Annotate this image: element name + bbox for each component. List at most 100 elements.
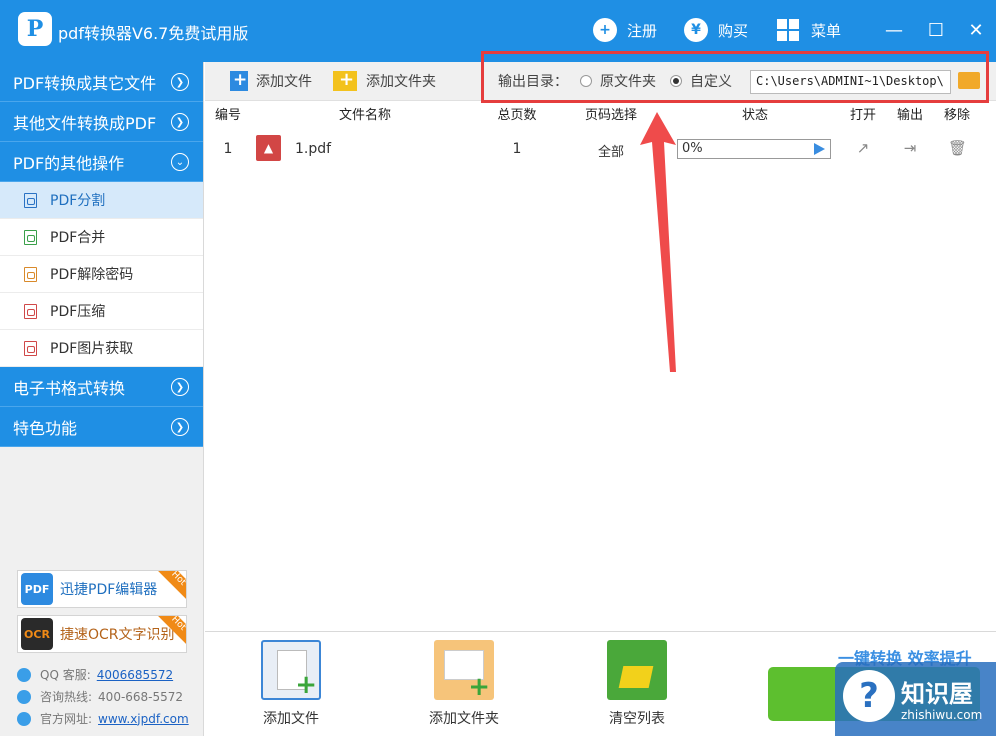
contact-qq: QQ 客服: 4006685572 (17, 666, 173, 683)
sidebar-item-pdf-unlock[interactable]: PDF解除密码 (0, 256, 203, 293)
promo-label: 捷速OCR文字识别 (60, 627, 175, 643)
menu-button[interactable]: 菜单 (777, 16, 841, 44)
sidebar-category-pdf-to-other[interactable]: PDF转换成其它文件 ❯ (0, 62, 203, 102)
site-link[interactable]: www.xjpdf.com (98, 712, 189, 726)
maximize-button[interactable]: ☐ (922, 16, 950, 44)
sidebar-item-pdf-merge[interactable]: PDF合并 (0, 219, 203, 256)
add-file-button[interactable]: 添加文件 (230, 70, 312, 91)
sidebar-item-label: PDF分割 (50, 193, 106, 209)
pdf-file-icon (24, 266, 37, 282)
grid-menu-icon (777, 19, 799, 41)
red-arrow-annotation (640, 112, 676, 372)
watermark-url: zhishiwu.com (901, 708, 983, 722)
buy-button[interactable]: ¥ 购买 (684, 16, 748, 44)
close-button[interactable]: ✕ (962, 16, 990, 44)
add-file-large-icon: + (261, 640, 321, 700)
qq-icon (17, 667, 31, 682)
col-header-output: 输出 (896, 108, 923, 123)
ie-icon (17, 711, 31, 726)
bottom-add-folder-label: 添加文件夹 (429, 711, 499, 727)
category-label: 电子书格式转换 (13, 378, 126, 398)
category-label: 特色功能 (13, 418, 78, 438)
promo-label: 迅捷PDF编辑器 (60, 582, 158, 598)
sidebar-item-label: PDF压缩 (50, 304, 106, 320)
pdf-file-icon (24, 229, 37, 245)
col-header-open: 打开 (849, 108, 876, 123)
sidebar-item-pdf-image-extract[interactable]: PDF图片获取 (0, 330, 203, 367)
sidebar: PDF转换成其它文件 ❯ 其他文件转换成PDF ❯ PDF的其他操作 ⌄ PDF… (0, 62, 204, 736)
table-row[interactable]: 1 ▲ 1.pdf 1 全部 0% ↗ ⇥ 🗑 (205, 135, 996, 165)
category-label: PDF的其他操作 (13, 153, 125, 173)
sidebar-item-pdf-split[interactable]: PDF分割 (0, 182, 203, 219)
highlight-box (481, 51, 989, 103)
watermark-title: 知识屋 (901, 680, 973, 708)
chevron-right-icon: ❯ (171, 418, 189, 436)
play-icon[interactable] (814, 143, 825, 155)
hot-badge: Hot (155, 571, 186, 602)
promo-pdf-editor[interactable]: PDF 迅捷PDF编辑器 Hot (17, 570, 187, 608)
category-label: 其他文件转换成PDF (13, 113, 157, 133)
col-header-num: 编号 (214, 108, 241, 123)
user-add-icon: + (593, 18, 617, 42)
contact-label: 咨询热线: (40, 690, 93, 704)
sidebar-item-label: PDF图片获取 (50, 341, 134, 357)
sidebar-item-label: PDF合并 (50, 230, 106, 246)
register-button[interactable]: + 注册 (593, 16, 657, 44)
bottom-add-file-button[interactable]: + 添加文件 (241, 640, 341, 728)
open-external-icon[interactable]: ↗ (854, 139, 872, 157)
minimize-button[interactable]: — (880, 16, 908, 44)
col-header-remove: 移除 (943, 108, 970, 123)
trash-icon[interactable]: 🗑 (948, 139, 967, 157)
row-progress-bar: 0% (677, 139, 831, 159)
chevron-right-icon: ❯ (171, 113, 189, 131)
qq-link[interactable]: 4006685572 (97, 668, 173, 682)
register-label: 注册 (627, 21, 658, 40)
watermark-logo: ? 知识屋 zhishiwu.com (835, 662, 996, 736)
question-mark-icon: ? (843, 670, 895, 722)
sidebar-category-features[interactable]: 特色功能 ❯ (0, 407, 203, 447)
app-window: P pdf转换器V6.7免费试用版 + 注册 ¥ 购买 菜单 — ☐ ✕ PDF… (0, 0, 996, 736)
sidebar-item-label: PDF解除密码 (50, 267, 134, 283)
yen-icon: ¥ (684, 18, 708, 42)
chevron-right-icon: ❯ (171, 378, 189, 396)
row-num: 1 (223, 141, 233, 157)
pdf-file-icon (24, 303, 37, 319)
col-header-pages: 总页数 (497, 108, 537, 123)
menu-label: 菜单 (811, 21, 842, 40)
col-header-filename: 文件名称 (338, 108, 391, 123)
pdf-file-icon (24, 192, 37, 208)
contact-label: QQ 客服: (40, 668, 91, 682)
app-title: pdf转换器V6.7免费试用版 (58, 24, 249, 43)
contact-hotline: 咨询热线: 400-668-5572 (17, 688, 183, 705)
contact-label: 官方网址: (40, 712, 93, 726)
clear-list-button[interactable]: 清空列表 (587, 640, 687, 728)
table-header: 编号 文件名称 总页数 页码选择 状态 打开 输出 移除 (205, 104, 996, 124)
add-folder-large-icon: + (434, 640, 494, 700)
broom-icon (607, 640, 667, 700)
clear-list-label: 清空列表 (609, 711, 665, 727)
add-folder-button[interactable]: 添加文件夹 (333, 69, 436, 91)
row-pages: 1 (512, 141, 522, 157)
promo-ocr[interactable]: OCR 捷速OCR文字识别 Hot (17, 615, 187, 653)
chevron-down-icon: ⌄ (171, 153, 189, 171)
add-folder-label: 添加文件夹 (366, 74, 436, 90)
ocr-icon: OCR (21, 618, 53, 650)
col-header-status: 状态 (741, 108, 768, 123)
add-file-icon (230, 70, 248, 91)
headset-icon (17, 689, 31, 704)
category-label: PDF转换成其它文件 (13, 73, 157, 93)
sidebar-category-pdf-other-ops[interactable]: PDF的其他操作 ⌄ (0, 142, 203, 182)
sidebar-item-pdf-compress[interactable]: PDF压缩 (0, 293, 203, 330)
sidebar-category-ebook[interactable]: 电子书格式转换 ❯ (0, 367, 203, 407)
add-folder-icon (333, 69, 357, 91)
add-file-label: 添加文件 (256, 74, 312, 90)
row-filename: 1.pdf (295, 141, 332, 157)
bottom-add-folder-button[interactable]: + 添加文件夹 (414, 640, 514, 728)
sidebar-category-other-to-pdf[interactable]: 其他文件转换成PDF ❯ (0, 102, 203, 142)
app-logo-icon: P (18, 12, 52, 46)
output-icon[interactable]: ⇥ (901, 139, 919, 157)
contact-site: 官方网址: www.xjpdf.com (17, 710, 189, 727)
pdf-file-icon (24, 340, 37, 356)
pdf-editor-icon: PDF (21, 573, 53, 605)
bottom-add-file-label: 添加文件 (263, 711, 319, 727)
